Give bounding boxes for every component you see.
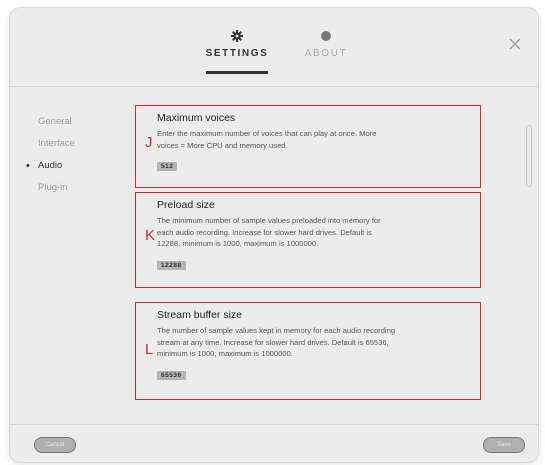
sidebar-item-label: Audio (38, 160, 63, 171)
annotation-label: J (145, 134, 153, 151)
maximum-voices-input[interactable]: 512 (157, 162, 178, 171)
dialog-footer: Cancel Save (10, 424, 538, 463)
setting-description: The number of sample values kept in memo… (157, 326, 396, 358)
setting-description: The minimum number of sample values prel… (157, 216, 381, 248)
save-button[interactable]: Save (483, 437, 525, 453)
close-icon[interactable] (508, 37, 522, 51)
scrollbar[interactable] (526, 125, 532, 187)
setting-stream-buffer-size: L Stream buffer size The number of sampl… (135, 302, 481, 400)
tab-settings-label: SETTINGS (205, 48, 269, 59)
sidebar-item-label: Interface (38, 138, 75, 149)
dialog-header: SETTINGS ABOUT (10, 8, 538, 87)
annotation-label: K (145, 227, 156, 244)
cancel-button[interactable]: Cancel (34, 437, 76, 453)
setting-preload-size: K Preload size The minimum number of sam… (135, 192, 481, 288)
setting-title: Maximum voices (157, 112, 236, 124)
active-bullet-icon: • (26, 160, 30, 172)
gear-icon (231, 30, 243, 42)
sidebar-item-label: General (38, 116, 72, 127)
annotation-label: L (145, 341, 154, 358)
tab-about[interactable]: ABOUT (296, 30, 356, 59)
tab-about-label: ABOUT (304, 48, 348, 59)
preload-size-input[interactable]: 12288 (157, 260, 186, 270)
sidebar-item-label: Plug-in (38, 182, 68, 193)
active-tab-indicator (206, 71, 268, 74)
settings-dialog: SETTINGS ABOUT General Interface • Audio… (10, 8, 538, 462)
tab-settings[interactable]: SETTINGS (204, 30, 270, 59)
setting-maximum-voices: J Maximum voices Enter the maximum numbe… (135, 105, 481, 188)
setting-title: Stream buffer size (157, 309, 243, 321)
info-icon (321, 31, 331, 41)
setting-title: Preload size (157, 199, 215, 211)
setting-description: Enter the maximum number of voices that … (157, 129, 377, 150)
settings-content[interactable]: J Maximum voices Enter the maximum numbe… (105, 87, 535, 423)
stream-buffer-size-input[interactable]: 65536 (157, 370, 186, 380)
